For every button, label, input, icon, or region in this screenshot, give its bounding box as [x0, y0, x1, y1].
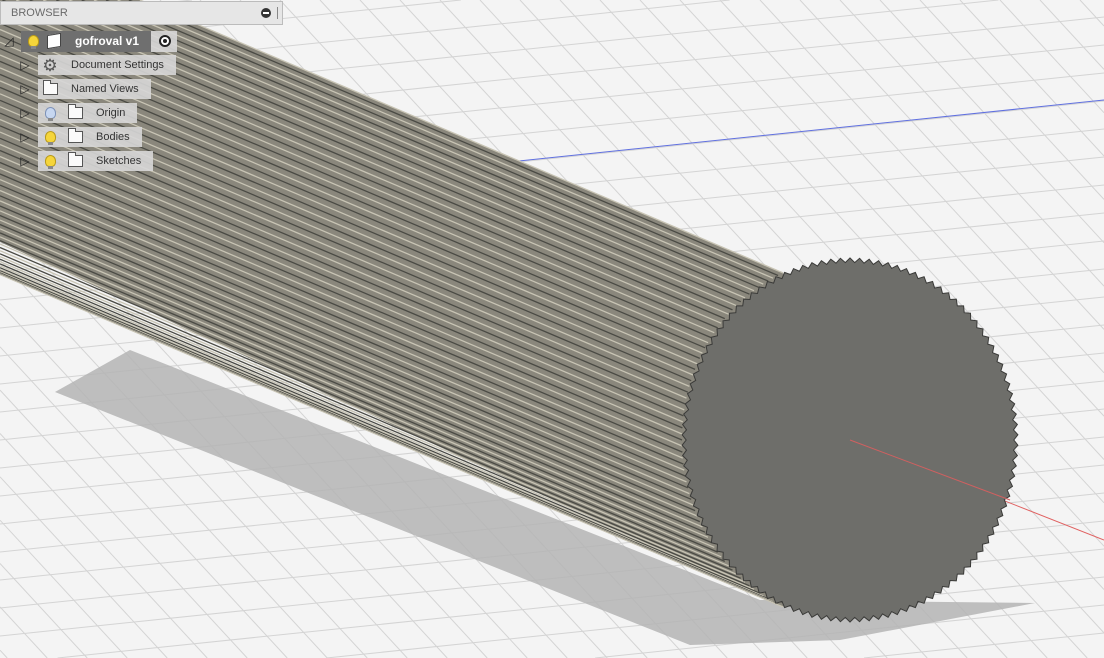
visibility-bulb-off-icon[interactable] — [41, 104, 59, 122]
expand-triangle-icon[interactable]: ▷ — [19, 82, 31, 96]
browser-panel-header: BROWSER — [0, 1, 283, 25]
browser-item-bodies[interactable]: ▷ Bodies — [19, 127, 142, 147]
item-label: Sketches — [96, 155, 142, 167]
grid-line — [0, 476, 168, 658]
item-label: Document Settings — [71, 59, 164, 71]
folder-icon — [66, 104, 84, 122]
browser-item-sketches[interactable]: ▷ Sketches — [19, 151, 154, 171]
visibility-bulb-icon[interactable] — [41, 128, 59, 146]
grid-line — [0, 433, 208, 658]
grid-line — [839, 0, 1104, 287]
grid-line — [0, 563, 88, 658]
browser-item-origin[interactable]: ▷ Origin — [19, 103, 138, 123]
component-cube-icon — [45, 32, 63, 50]
folder-icon — [66, 152, 84, 170]
visibility-bulb-icon[interactable] — [24, 32, 42, 50]
expand-triangle-icon[interactable]: ▷ — [19, 154, 31, 168]
visibility-bulb-icon[interactable] — [41, 152, 59, 170]
grid-line — [0, 649, 8, 658]
activate-radio-icon[interactable] — [159, 35, 172, 47]
3d-viewport[interactable] — [0, 0, 1104, 658]
item-label: Bodies — [96, 131, 130, 143]
expand-triangle-icon[interactable]: ▷ — [19, 58, 31, 72]
grid-line — [879, 0, 1104, 244]
collapse-icon[interactable] — [261, 8, 271, 18]
grid-line — [919, 0, 1104, 200]
browser-item-named-views[interactable]: ▷ Named Views — [19, 79, 151, 99]
gear-icon: ⚙ — [42, 55, 58, 75]
expand-triangle-icon[interactable]: ◿ — [3, 34, 15, 48]
item-label: Origin — [96, 107, 126, 119]
root-component-label: gofroval v1 — [75, 34, 140, 48]
folder-icon — [41, 80, 59, 98]
grid-line — [959, 0, 1104, 157]
expand-triangle-icon[interactable]: ▷ — [19, 106, 31, 120]
browser-root-row[interactable]: ◿ gofroval v1 — [3, 30, 178, 52]
folder-icon — [66, 128, 84, 146]
item-label: Named Views — [71, 83, 139, 95]
browser-title: BROWSER — [11, 7, 68, 19]
browser-item-document-settings[interactable]: ▷ ⚙ Document Settings — [19, 55, 176, 75]
expand-triangle-icon[interactable]: ▷ — [19, 130, 31, 144]
grid-line — [999, 0, 1104, 114]
grid-line — [0, 606, 48, 658]
grid-line — [1079, 0, 1104, 27]
panel-grip-handle[interactable] — [277, 7, 280, 19]
grid-line — [1039, 0, 1104, 70]
